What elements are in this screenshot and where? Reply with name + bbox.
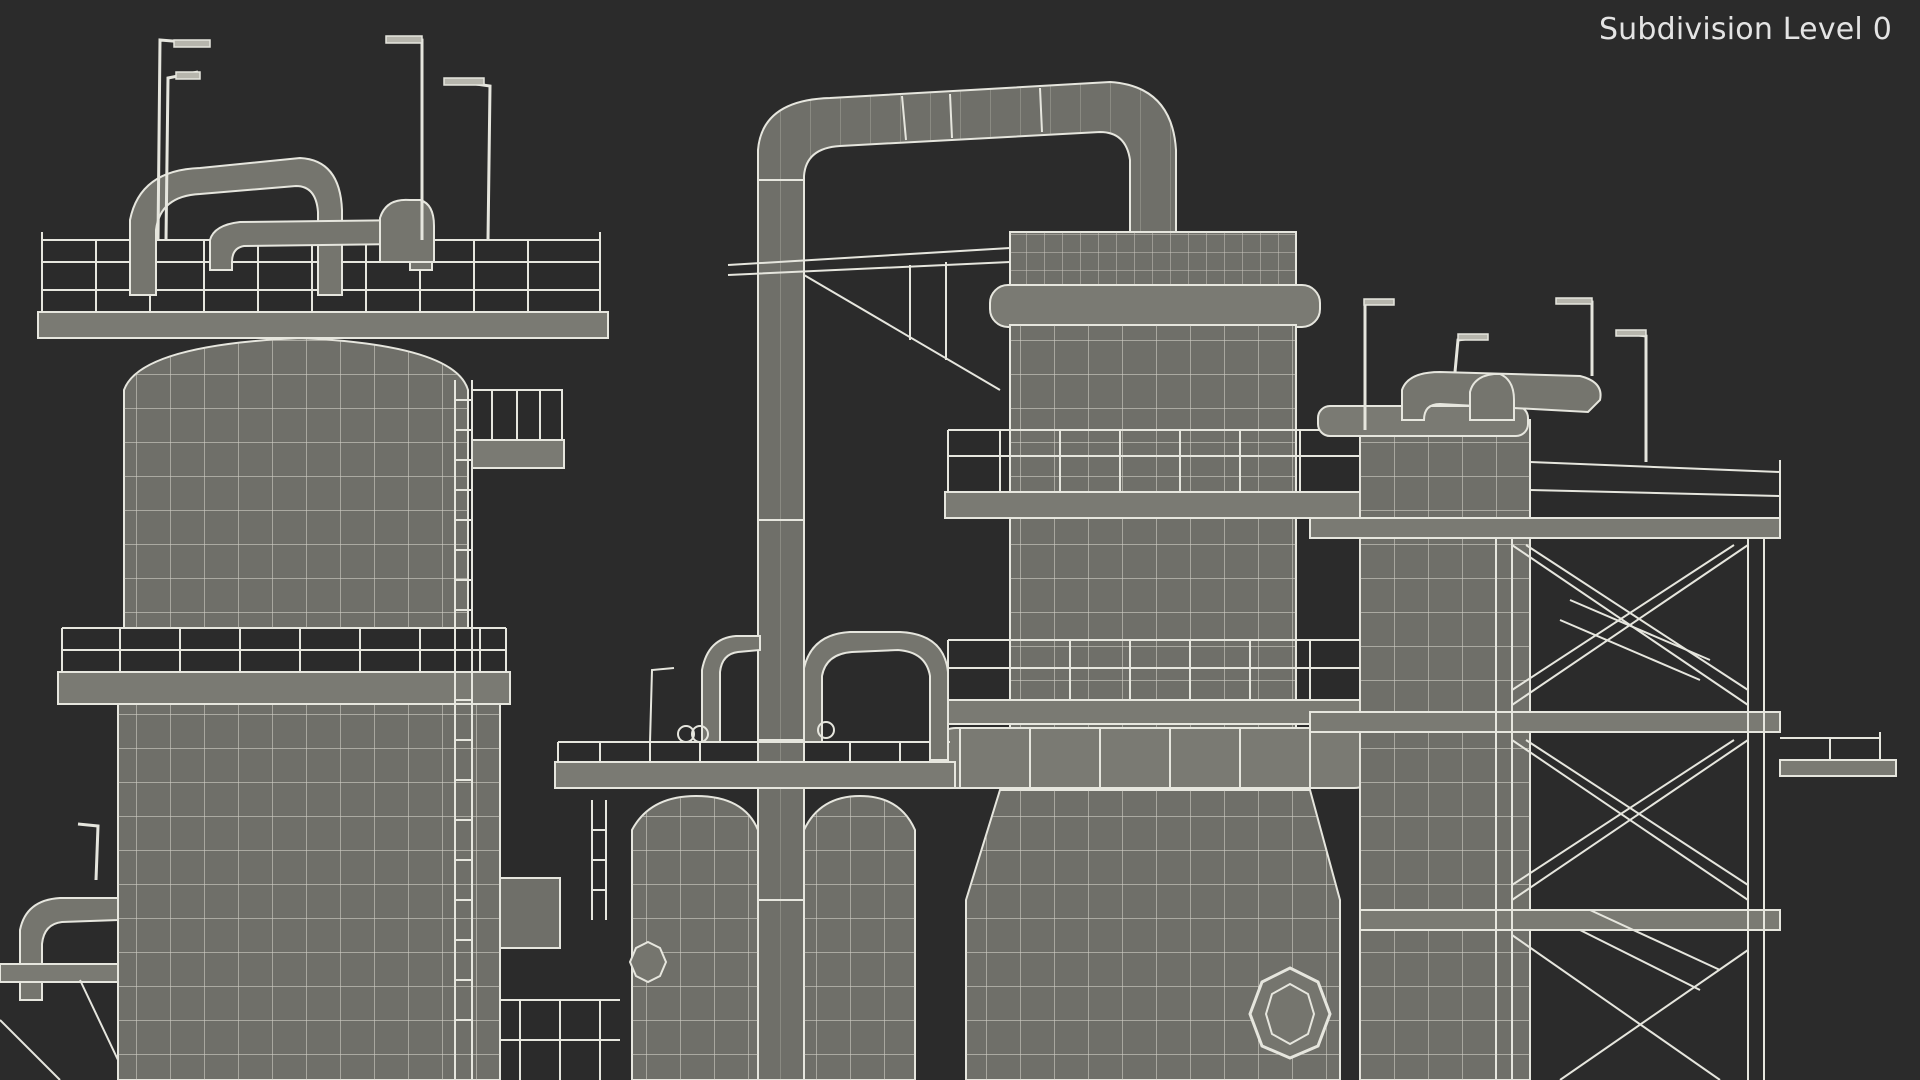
refinery-wireframe-render (0, 0, 1920, 1080)
render-viewport[interactable]: Subdivision Level 0 (0, 0, 1920, 1080)
subdivision-level-label: Subdivision Level 0 (1598, 12, 1892, 47)
